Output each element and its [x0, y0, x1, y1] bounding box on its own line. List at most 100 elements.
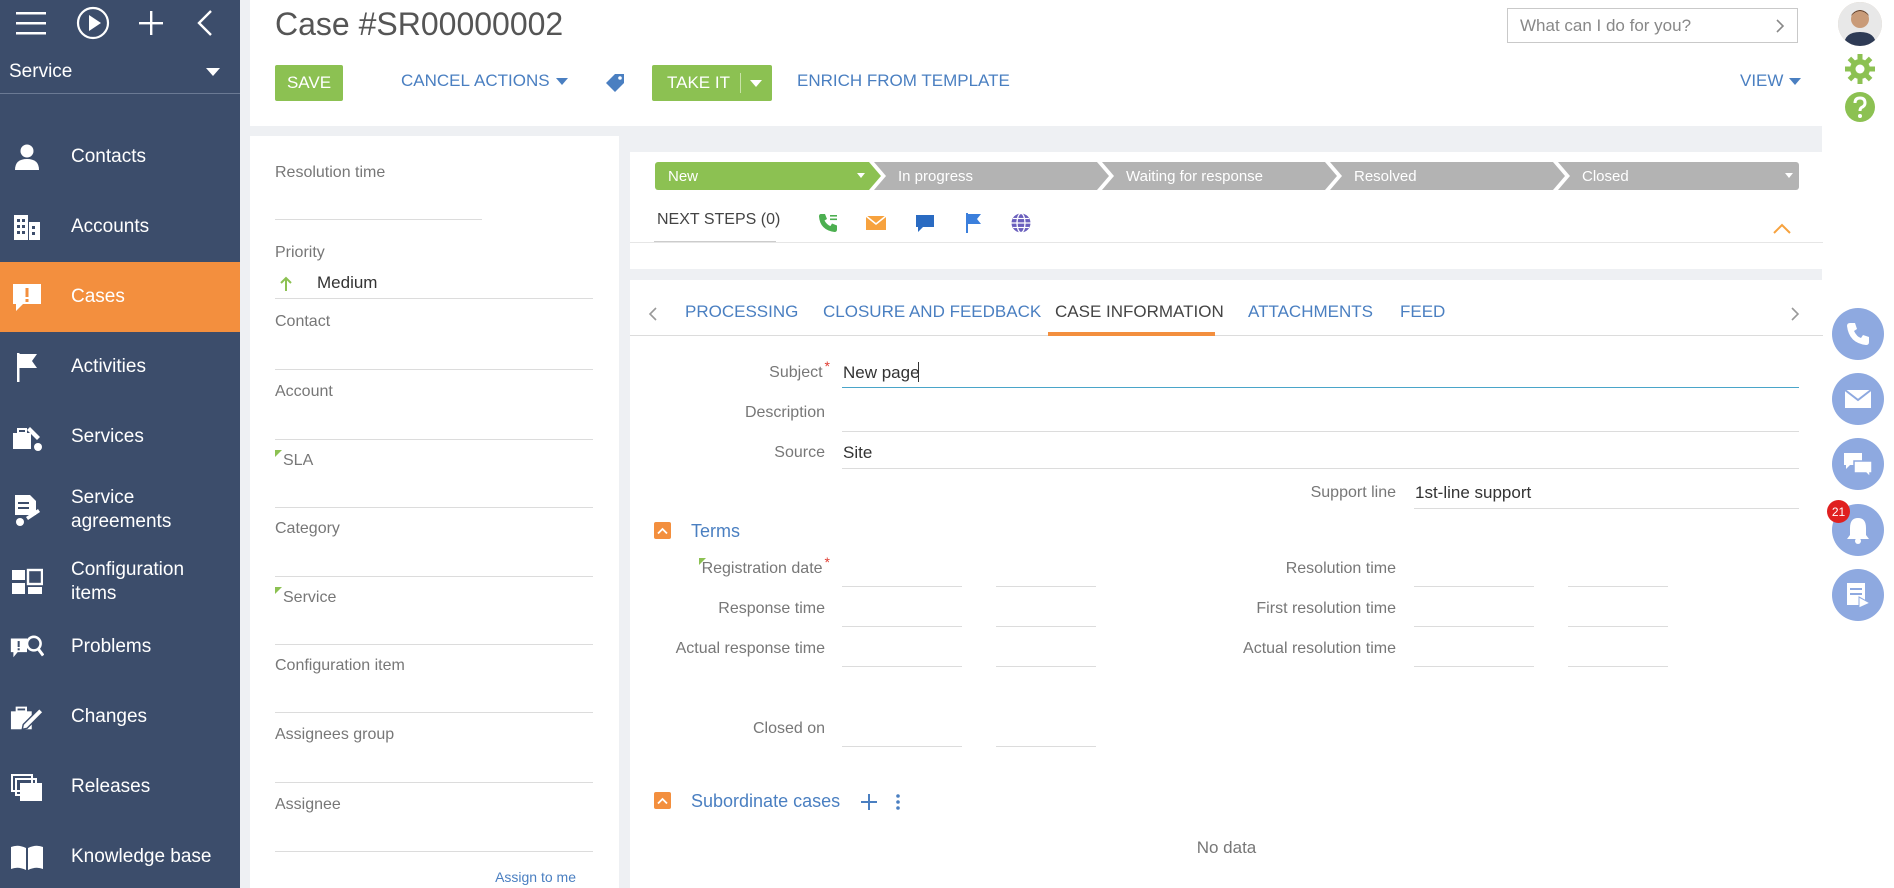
actual-response-time-input[interactable] — [996, 666, 1096, 667]
collapse-chevron-up-icon[interactable] — [1772, 222, 1792, 240]
email-button[interactable] — [1832, 373, 1884, 425]
help-icon[interactable] — [1844, 91, 1876, 128]
first-resolution-time-input[interactable] — [1568, 626, 1668, 627]
chevron-down-icon[interactable] — [750, 80, 762, 87]
actual-resolution-date-input[interactable] — [1414, 666, 1534, 667]
contact-icon — [10, 140, 44, 174]
tab-closure-and-feedback[interactable]: CLOSURE AND FEEDBACK — [823, 302, 1041, 322]
tag-icon[interactable] — [605, 73, 625, 98]
registration-date-input[interactable] — [842, 586, 962, 587]
sidebar-item-accounts[interactable]: Accounts — [0, 204, 240, 250]
flag-icon[interactable] — [960, 210, 986, 236]
sidebar-item-problems[interactable]: Problems — [0, 624, 240, 670]
stage-waiting-for-response[interactable]: Waiting for response — [1102, 162, 1337, 190]
stage-new[interactable]: New — [655, 162, 881, 190]
run-process-icon[interactable] — [66, 0, 120, 46]
priority-value[interactable]: Medium — [317, 273, 377, 293]
first-resolution-date-input[interactable] — [1414, 626, 1534, 627]
take-it-button[interactable]: TAKE IT — [652, 65, 772, 101]
actual-response-date-input[interactable] — [842, 666, 962, 667]
tab-attachments[interactable]: ATTACHMENTS — [1248, 302, 1373, 322]
config-items-icon — [10, 565, 44, 599]
terms-section-title[interactable]: Terms — [691, 521, 740, 542]
subordinate-cases-collapse-toggle[interactable] — [654, 792, 671, 809]
assignees-group-field[interactable] — [275, 782, 593, 783]
stage-label: New — [668, 167, 699, 185]
subject-value[interactable]: New page — [843, 363, 920, 383]
category-field[interactable] — [275, 576, 593, 577]
back-arrow-icon[interactable] — [178, 0, 232, 46]
tab-processing[interactable]: PROCESSING — [685, 302, 798, 322]
closed-on-time-input[interactable] — [996, 746, 1096, 747]
configuration-item-field[interactable] — [275, 712, 593, 713]
call-icon[interactable] — [815, 210, 841, 236]
response-date-input[interactable] — [842, 626, 962, 627]
stage-closed[interactable]: Closed — [1558, 162, 1799, 190]
next-steps-tab[interactable]: NEXT STEPS (0) — [657, 211, 780, 229]
sidebar-item-cases[interactable]: Cases — [0, 262, 240, 332]
chevron-left-icon[interactable] — [648, 306, 658, 327]
no-data-text: No data — [1196, 838, 1257, 857]
subordinate-cases-title[interactable]: Subordinate cases — [691, 791, 840, 812]
notification-count-badge: 21 — [1827, 500, 1850, 523]
sidebar-item-services[interactable]: Services — [0, 414, 240, 460]
sidebar-item-contacts[interactable]: Contacts — [0, 134, 240, 180]
chevron-up-icon — [657, 797, 668, 804]
sidebar-item-knowledge-base[interactable]: Knowledge base — [0, 834, 240, 880]
closed-on-date-input[interactable] — [842, 746, 962, 747]
gear-icon[interactable] — [1844, 53, 1876, 90]
sla-field[interactable] — [275, 507, 593, 508]
sidebar-item-changes[interactable]: Changes — [0, 694, 240, 740]
enrich-from-template-button[interactable]: ENRICH FROM TEMPLATE — [797, 71, 1010, 91]
sidebar-item-service-agreements[interactable]: Service agreements — [0, 482, 240, 538]
command-line-input[interactable]: What can I do for you? — [1507, 8, 1798, 43]
globe-icon[interactable] — [1008, 210, 1034, 236]
assignee-field[interactable] — [275, 851, 593, 852]
chevron-right-icon[interactable] — [1775, 18, 1785, 34]
tab-case-information[interactable]: CASE INFORMATION — [1055, 302, 1224, 322]
hamburger-menu-icon[interactable] — [4, 0, 58, 46]
text-cursor — [918, 362, 919, 382]
stage-in-progress[interactable]: In progress — [874, 162, 1109, 190]
feed-button[interactable] — [1832, 569, 1884, 621]
contact-field[interactable] — [275, 369, 593, 370]
add-icon[interactable] — [124, 0, 178, 46]
view-button[interactable]: VIEW — [1740, 71, 1802, 91]
more-options-icon[interactable] — [895, 793, 901, 816]
resolution-time-input[interactable] — [1568, 586, 1668, 587]
support-line-value[interactable]: 1st-line support — [1415, 483, 1531, 503]
chevron-up-icon — [657, 527, 668, 534]
required-marker: * — [824, 554, 830, 570]
chat-button[interactable] — [1832, 438, 1884, 490]
registration-time-input[interactable] — [996, 586, 1096, 587]
chevron-right-icon[interactable] — [1790, 306, 1800, 327]
sidebar-item-releases[interactable]: Releases — [0, 764, 240, 810]
terms-collapse-toggle[interactable] — [654, 522, 671, 539]
resolution-time-field[interactable] — [275, 219, 482, 220]
subject-input[interactable] — [842, 387, 1799, 388]
sidebar-item-activities[interactable]: Activities — [0, 344, 240, 390]
avatar[interactable] — [1838, 2, 1882, 46]
cancel-button[interactable]: CANCEL — [401, 71, 470, 91]
add-icon[interactable] — [860, 793, 878, 816]
assign-to-me-link[interactable]: Assign to me — [495, 869, 576, 885]
actions-button[interactable]: ACTIONS — [474, 71, 568, 91]
workspace-selector[interactable]: Service — [0, 50, 240, 94]
description-input[interactable] — [842, 431, 1799, 432]
email-icon[interactable] — [863, 210, 889, 236]
chat-icon[interactable] — [912, 210, 938, 236]
phone-call-button[interactable] — [1832, 308, 1884, 360]
assignees-group-label: Assignees group — [275, 726, 395, 743]
tab-feed[interactable]: FEED — [1400, 302, 1445, 322]
account-field[interactable] — [275, 439, 593, 440]
source-value[interactable]: Site — [843, 443, 872, 463]
closed-on-label: Closed on — [752, 720, 825, 737]
response-time-input[interactable] — [996, 626, 1096, 627]
notifications-button[interactable]: 21 — [1827, 500, 1884, 556]
sidebar-item-configuration-items[interactable]: Configuration items — [0, 554, 240, 610]
actual-resolution-time-input[interactable] — [1568, 666, 1668, 667]
resolution-date-input[interactable] — [1414, 586, 1534, 587]
stage-resolved[interactable]: Resolved — [1330, 162, 1565, 190]
service-field[interactable] — [275, 644, 593, 645]
save-button[interactable]: SAVE — [275, 65, 343, 101]
